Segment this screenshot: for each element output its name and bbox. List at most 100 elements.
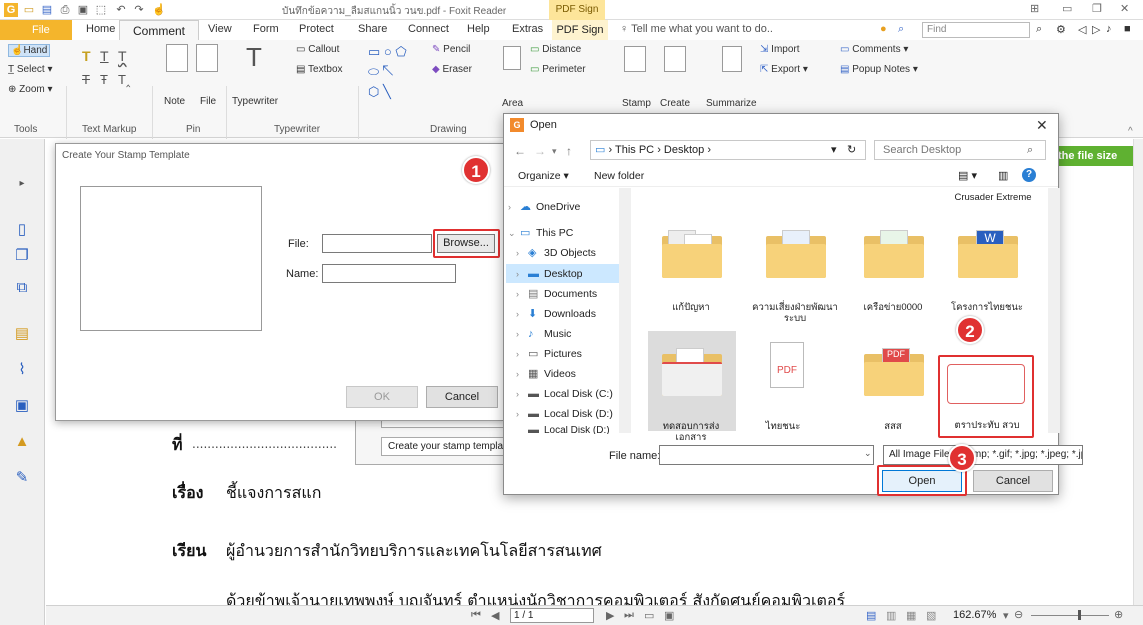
pencil-button[interactable]: ✎ Pencil xyxy=(432,44,470,55)
tab-comment[interactable]: Comment xyxy=(119,20,199,41)
typewriter-label[interactable]: Typewriter xyxy=(232,96,278,107)
cancel-button[interactable]: Cancel xyxy=(973,470,1053,492)
popup-notes-button[interactable]: ▤ Popup Notes ▾ xyxy=(840,64,918,75)
folder-icon[interactable] xyxy=(766,230,826,278)
stamp-name-input[interactable] xyxy=(322,264,456,283)
collapse-ribbon-icon[interactable]: ^ xyxy=(1128,126,1133,137)
layers-icon[interactable]: ⧉ xyxy=(14,279,30,297)
new-icon[interactable]: ⬚ xyxy=(94,3,108,17)
replace-text-icon[interactable]: Ŧ xyxy=(100,72,108,87)
facing-icon[interactable]: ▦ xyxy=(906,609,916,622)
refresh-icon[interactable]: ↻ xyxy=(847,141,856,159)
file-name-2[interactable]: ความเสี่ยงฝ่ายพัฒนาระบบ xyxy=(752,302,838,324)
shapes-icon[interactable]: ▭ ○ ⬠ xyxy=(368,44,407,60)
zoom-dropdown-icon[interactable]: ▾ xyxy=(1003,609,1009,622)
address-bar[interactable]: ▭ › This PC › Desktop › ▾ ↻ xyxy=(590,140,866,160)
new-folder-button[interactable]: New folder xyxy=(594,170,644,182)
page-number-input[interactable]: 1 / 1 xyxy=(510,608,594,623)
nav-scrollbar[interactable] xyxy=(619,188,631,433)
create-stamp-icon[interactable] xyxy=(664,46,686,72)
pages-icon[interactable]: ❐ xyxy=(14,247,30,265)
find-options-icon[interactable]: ⌕ xyxy=(898,23,904,36)
document-scrollbar[interactable] xyxy=(1133,139,1143,605)
lines-icon[interactable]: ⬭ ↖ xyxy=(368,64,393,80)
area-label[interactable]: Area xyxy=(502,98,523,109)
tab-help[interactable]: Help xyxy=(467,23,490,35)
first-page-icon[interactable]: ⏮ xyxy=(471,609,481,622)
save-icon[interactable]: ▤ xyxy=(40,3,54,17)
recent-dropdown-icon[interactable]: ▾ xyxy=(552,146,557,157)
file-name-4[interactable]: โครงการไทยชนะ xyxy=(944,302,1030,313)
organize-button[interactable]: Organize ▾ xyxy=(518,170,569,182)
file-type-filter[interactable]: All Image Files (*.bmp; *.gif; *.jpg; *.… xyxy=(883,445,1083,465)
tab-pdf-sign[interactable]: PDF Sign xyxy=(552,20,608,40)
account-icon[interactable]: ■ xyxy=(1124,23,1131,35)
help-icon[interactable]: ? xyxy=(1022,168,1036,182)
strikeout-icon[interactable]: T xyxy=(82,72,90,87)
nav-item-pictures[interactable]: › ▭ Pictures xyxy=(516,345,582,363)
highlight-icon[interactable]: T xyxy=(82,48,91,64)
breadcrumb-desktop[interactable]: Desktop xyxy=(664,144,704,156)
create-stamp-template-button[interactable]: Create your stamp templa xyxy=(381,437,506,456)
nav-item-this-pc[interactable]: ⌄ ▭ This PC xyxy=(508,224,573,242)
tab-home[interactable]: Home xyxy=(86,23,115,35)
single-page-icon[interactable]: ▤ xyxy=(866,609,876,622)
back-arrow-icon[interactable]: ← xyxy=(514,144,526,158)
polygon-icon[interactable]: ⬡ ╲ xyxy=(368,84,391,100)
content-icon[interactable]: ✎ xyxy=(14,469,30,487)
folder-icon[interactable]: PDF xyxy=(864,348,924,396)
settings-icon[interactable]: ⚙ xyxy=(1056,23,1066,36)
ribbon-options-icon[interactable]: ⊞ xyxy=(1030,2,1039,15)
cancel-button[interactable]: Cancel xyxy=(426,386,498,408)
hand-tool-icon[interactable]: ☝ xyxy=(152,3,166,17)
export-button[interactable]: ⇱ Export ▾ xyxy=(760,64,808,75)
import-button[interactable]: ⇲ Import xyxy=(760,44,800,55)
view-options-icon[interactable]: ▤ ▾ xyxy=(958,169,977,182)
tab-file[interactable]: File xyxy=(0,20,72,40)
tab-protect[interactable]: Protect xyxy=(299,23,334,35)
file-name-dropdown-icon[interactable]: ⌄ xyxy=(864,448,872,459)
properties-icon[interactable]: ▣ xyxy=(76,3,90,17)
folder-icon[interactable] xyxy=(864,230,924,278)
forward-arrow-icon[interactable]: → xyxy=(534,144,546,158)
zoom-slider[interactable] xyxy=(1031,615,1109,616)
select-button[interactable]: T̲ Select ▾ xyxy=(8,64,53,75)
print-icon[interactable]: ⎙ xyxy=(58,3,72,17)
preview-pane-icon[interactable]: ▥ xyxy=(998,169,1008,182)
file-name-input[interactable] xyxy=(659,445,874,465)
nav-item-local-disk-d-2[interactable]: ▬ Local Disk (D:) xyxy=(516,426,610,434)
nav-item-downloads[interactable]: › ⬇ Downloads xyxy=(516,305,596,323)
file-list-scrollbar[interactable] xyxy=(1048,188,1060,433)
comments-button[interactable]: ▭ Comments ▾ xyxy=(840,44,908,55)
underline-icon[interactable]: T xyxy=(100,48,109,64)
nav-item-desktop[interactable]: › ▬ Desktop xyxy=(516,265,583,283)
file-path-input[interactable] xyxy=(322,234,432,253)
pdf-file-icon[interactable]: PDF xyxy=(766,342,806,390)
hand-button[interactable]: ☝Hand xyxy=(8,44,51,57)
tab-view[interactable]: View xyxy=(208,23,232,35)
comments-panel-icon[interactable]: ▤ xyxy=(14,325,30,343)
file-label[interactable]: File xyxy=(200,96,216,107)
nav-item-videos[interactable]: › ▦ Videos xyxy=(516,365,576,383)
cover-icon[interactable]: ▧ xyxy=(926,609,936,622)
nav-item-onedrive[interactable]: › ☁ OneDrive xyxy=(508,198,580,216)
create-stamp-label[interactable]: Create xyxy=(660,98,690,109)
folder-icon[interactable]: W xyxy=(958,230,1018,278)
last-page-icon[interactable]: ⏭ xyxy=(624,609,634,622)
signatures-icon[interactable]: ▣ xyxy=(14,397,30,415)
tab-form[interactable]: Form xyxy=(253,23,279,35)
forward-icon[interactable]: ▷ xyxy=(1092,23,1100,36)
zoom-in-icon[interactable]: ⊕ xyxy=(1114,608,1123,621)
restore-icon[interactable]: ❐ xyxy=(1092,2,1102,15)
address-dropdown-icon[interactable]: ▾ xyxy=(831,141,837,159)
callout-button[interactable]: ▭ Callout xyxy=(296,44,339,55)
tab-extras[interactable]: Extras xyxy=(512,23,543,35)
search-icon[interactable]: ⌕ xyxy=(1036,23,1042,36)
zoom-out-icon[interactable]: ⊖ xyxy=(1014,608,1023,621)
typewriter-icon[interactable]: T xyxy=(246,42,262,73)
tab-connect[interactable]: Connect xyxy=(408,23,449,35)
file-name-7[interactable]: สสส xyxy=(850,421,936,432)
textbox-button[interactable]: ▤ Textbox xyxy=(296,64,343,75)
breadcrumb-this-pc[interactable]: This PC xyxy=(615,144,654,156)
zoom-button[interactable]: ⊕ Zoom ▾ xyxy=(8,84,53,95)
